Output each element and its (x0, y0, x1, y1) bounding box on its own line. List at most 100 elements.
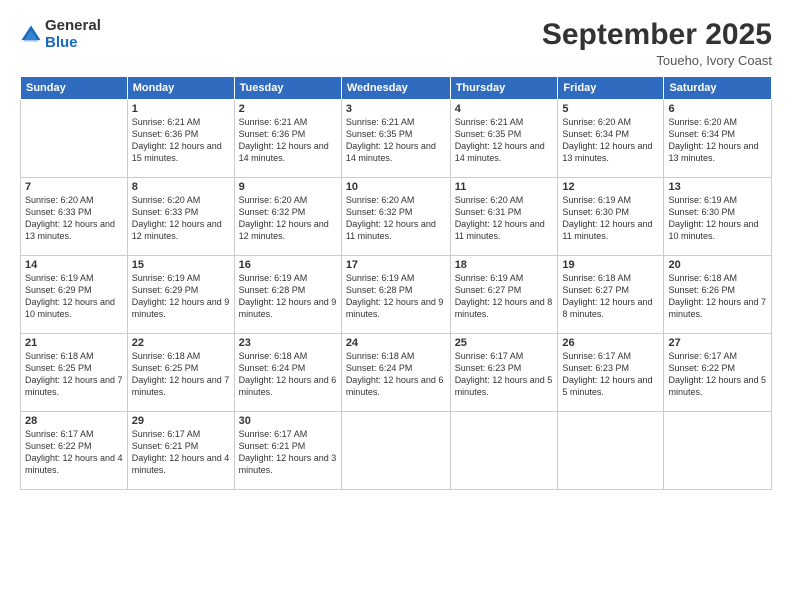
logo-general: General (45, 18, 101, 35)
day-number: 24 (346, 337, 446, 349)
calendar-cell: 10Sunrise: 6:20 AM Sunset: 6:32 PM Dayli… (341, 178, 450, 256)
calendar-cell: 12Sunrise: 6:19 AM Sunset: 6:30 PM Dayli… (558, 178, 664, 256)
calendar-cell: 13Sunrise: 6:19 AM Sunset: 6:30 PM Dayli… (664, 178, 772, 256)
day-info: Sunrise: 6:18 AM Sunset: 6:24 PM Dayligh… (239, 350, 337, 399)
calendar-cell: 30Sunrise: 6:17 AM Sunset: 6:21 PM Dayli… (234, 412, 341, 490)
calendar-cell (558, 412, 664, 490)
col-friday: Friday (558, 77, 664, 100)
day-number: 13 (668, 181, 767, 193)
day-number: 6 (668, 103, 767, 115)
day-number: 17 (346, 259, 446, 271)
day-info: Sunrise: 6:19 AM Sunset: 6:28 PM Dayligh… (346, 272, 446, 321)
day-info: Sunrise: 6:19 AM Sunset: 6:30 PM Dayligh… (668, 194, 767, 243)
day-number: 9 (239, 181, 337, 193)
calendar-cell: 3Sunrise: 6:21 AM Sunset: 6:35 PM Daylig… (341, 100, 450, 178)
day-info: Sunrise: 6:19 AM Sunset: 6:29 PM Dayligh… (132, 272, 230, 321)
day-info: Sunrise: 6:20 AM Sunset: 6:32 PM Dayligh… (346, 194, 446, 243)
calendar-cell: 27Sunrise: 6:17 AM Sunset: 6:22 PM Dayli… (664, 334, 772, 412)
calendar-cell: 16Sunrise: 6:19 AM Sunset: 6:28 PM Dayli… (234, 256, 341, 334)
day-info: Sunrise: 6:18 AM Sunset: 6:24 PM Dayligh… (346, 350, 446, 399)
day-info: Sunrise: 6:19 AM Sunset: 6:27 PM Dayligh… (455, 272, 554, 321)
calendar-cell: 17Sunrise: 6:19 AM Sunset: 6:28 PM Dayli… (341, 256, 450, 334)
col-saturday: Saturday (664, 77, 772, 100)
day-number: 23 (239, 337, 337, 349)
calendar-cell: 18Sunrise: 6:19 AM Sunset: 6:27 PM Dayli… (450, 256, 558, 334)
calendar-week-4: 21Sunrise: 6:18 AM Sunset: 6:25 PM Dayli… (21, 334, 772, 412)
col-thursday: Thursday (450, 77, 558, 100)
calendar-cell: 8Sunrise: 6:20 AM Sunset: 6:33 PM Daylig… (127, 178, 234, 256)
day-info: Sunrise: 6:19 AM Sunset: 6:30 PM Dayligh… (562, 194, 659, 243)
header-row: Sunday Monday Tuesday Wednesday Thursday… (21, 77, 772, 100)
day-number: 20 (668, 259, 767, 271)
day-number: 2 (239, 103, 337, 115)
day-info: Sunrise: 6:21 AM Sunset: 6:35 PM Dayligh… (346, 116, 446, 165)
header: General Blue September 2025 Toueho, Ivor… (20, 18, 772, 68)
day-number: 29 (132, 415, 230, 427)
day-number: 1 (132, 103, 230, 115)
col-wednesday: Wednesday (341, 77, 450, 100)
day-number: 22 (132, 337, 230, 349)
day-info: Sunrise: 6:17 AM Sunset: 6:22 PM Dayligh… (668, 350, 767, 399)
page: General Blue September 2025 Toueho, Ivor… (0, 0, 792, 612)
calendar-cell (341, 412, 450, 490)
day-number: 12 (562, 181, 659, 193)
day-number: 18 (455, 259, 554, 271)
day-number: 28 (25, 415, 123, 427)
calendar-cell: 4Sunrise: 6:21 AM Sunset: 6:35 PM Daylig… (450, 100, 558, 178)
calendar-cell: 5Sunrise: 6:20 AM Sunset: 6:34 PM Daylig… (558, 100, 664, 178)
day-number: 19 (562, 259, 659, 271)
calendar-cell: 1Sunrise: 6:21 AM Sunset: 6:36 PM Daylig… (127, 100, 234, 178)
calendar-week-5: 28Sunrise: 6:17 AM Sunset: 6:22 PM Dayli… (21, 412, 772, 490)
calendar-cell: 22Sunrise: 6:18 AM Sunset: 6:25 PM Dayli… (127, 334, 234, 412)
calendar-cell: 14Sunrise: 6:19 AM Sunset: 6:29 PM Dayli… (21, 256, 128, 334)
day-number: 16 (239, 259, 337, 271)
calendar-cell: 24Sunrise: 6:18 AM Sunset: 6:24 PM Dayli… (341, 334, 450, 412)
logo-blue: Blue (45, 35, 101, 52)
col-sunday: Sunday (21, 77, 128, 100)
day-info: Sunrise: 6:17 AM Sunset: 6:23 PM Dayligh… (455, 350, 554, 399)
calendar-cell (664, 412, 772, 490)
day-info: Sunrise: 6:20 AM Sunset: 6:32 PM Dayligh… (239, 194, 337, 243)
calendar-cell: 7Sunrise: 6:20 AM Sunset: 6:33 PM Daylig… (21, 178, 128, 256)
day-number: 25 (455, 337, 554, 349)
calendar-week-1: 1 Sunrise: 6:21 AM Sunset: 6:36 PM Daylig… (21, 100, 772, 178)
logo: General Blue (20, 18, 101, 51)
day-info: Sunrise: 6:21 AM Sunset: 6:35 PM Dayligh… (455, 116, 554, 165)
month-title: September 2025 (542, 18, 772, 51)
calendar-week-3: 14Sunrise: 6:19 AM Sunset: 6:29 PM Dayli… (21, 256, 772, 334)
day-info: Sunrise: 6:19 AM Sunset: 6:28 PM Dayligh… (239, 272, 337, 321)
location: Toueho, Ivory Coast (542, 53, 772, 68)
day-number: 30 (239, 415, 337, 427)
day-info: Sunrise: 6:17 AM Sunset: 6:21 PM Dayligh… (239, 428, 337, 477)
day-info: Sunrise: 6:17 AM Sunset: 6:23 PM Dayligh… (562, 350, 659, 399)
day-info: Sunrise: 6:21 AM Sunset: 6:36 PM Dayligh… (239, 116, 337, 165)
day-info: Sunrise: 6:17 AM Sunset: 6:22 PM Dayligh… (25, 428, 123, 477)
day-number: 27 (668, 337, 767, 349)
day-info: Sunrise: 6:20 AM Sunset: 6:33 PM Dayligh… (25, 194, 123, 243)
calendar-cell: 2Sunrise: 6:21 AM Sunset: 6:36 PM Daylig… (234, 100, 341, 178)
day-info: Sunrise: 6:19 AM Sunset: 6:29 PM Dayligh… (25, 272, 123, 321)
day-number: 4 (455, 103, 554, 115)
day-info: Sunrise: 6:20 AM Sunset: 6:31 PM Dayligh… (455, 194, 554, 243)
day-number: 15 (132, 259, 230, 271)
logo-text: General Blue (45, 18, 101, 51)
day-number: 3 (346, 103, 446, 115)
calendar-cell (21, 100, 128, 178)
day-info: Sunrise: 6:20 AM Sunset: 6:33 PM Dayligh… (132, 194, 230, 243)
day-info: Sunrise: 6:17 AM Sunset: 6:21 PM Dayligh… (132, 428, 230, 477)
calendar-cell: 26Sunrise: 6:17 AM Sunset: 6:23 PM Dayli… (558, 334, 664, 412)
calendar-cell: 23Sunrise: 6:18 AM Sunset: 6:24 PM Dayli… (234, 334, 341, 412)
calendar-cell: 29Sunrise: 6:17 AM Sunset: 6:21 PM Dayli… (127, 412, 234, 490)
day-number: 14 (25, 259, 123, 271)
day-info: Sunrise: 6:18 AM Sunset: 6:25 PM Dayligh… (25, 350, 123, 399)
calendar-cell: 15Sunrise: 6:19 AM Sunset: 6:29 PM Dayli… (127, 256, 234, 334)
calendar-cell: 28Sunrise: 6:17 AM Sunset: 6:22 PM Dayli… (21, 412, 128, 490)
calendar-cell: 19Sunrise: 6:18 AM Sunset: 6:27 PM Dayli… (558, 256, 664, 334)
col-monday: Monday (127, 77, 234, 100)
calendar-table: Sunday Monday Tuesday Wednesday Thursday… (20, 76, 772, 490)
title-block: September 2025 Toueho, Ivory Coast (542, 18, 772, 68)
day-number: 26 (562, 337, 659, 349)
day-info: Sunrise: 6:20 AM Sunset: 6:34 PM Dayligh… (562, 116, 659, 165)
day-info: Sunrise: 6:20 AM Sunset: 6:34 PM Dayligh… (668, 116, 767, 165)
calendar-cell: 21Sunrise: 6:18 AM Sunset: 6:25 PM Dayli… (21, 334, 128, 412)
